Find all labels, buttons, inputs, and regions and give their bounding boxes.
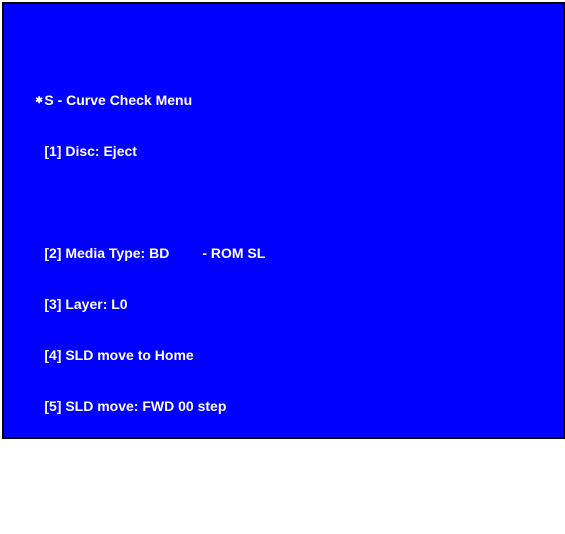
menu-blank-line [12,432,265,449]
menu-blank-line [12,177,265,194]
menu-item-fcs-search[interactable]: [6] FCS Search start [12,483,265,516]
menu-item-label: [6] FCS Search start [44,500,179,516]
menu-item-label: [3] Layer: L0 [44,296,128,312]
menu-item-label: [2] Media Type: BD [44,245,170,261]
menu-item-layer[interactable]: [3] Layer: L0 [12,279,265,312]
menu-item-label: [1] Disc: Eject [44,143,137,159]
console-screen: ✱S - Curve Check Menu [1] Disc: Eject [2… [2,2,565,516]
menu-title-row: ✱S - Curve Check Menu [12,75,265,108]
menu-item-label: [5] SLD move: FWD 00 step [44,398,227,414]
menu-item-label: [4] SLD move to Home [44,347,194,363]
asterisk-icon: ✱ [35,95,43,105]
menu-item-disc-eject[interactable]: [1] Disc: Eject [12,126,265,159]
menu-item-media-type[interactable]: [2] Media Type: BD - ROM SL [12,228,265,261]
menu-item-sld-home[interactable]: [4] SLD move to Home [12,330,265,363]
menu-title: S - Curve Check Menu [44,92,193,108]
menu-item-sld-move[interactable]: [5] SLD move: FWD 00 step [12,381,265,414]
media-type-suffix: - ROM SL [202,245,266,261]
curve-check-menu: ✱S - Curve Check Menu [1] Disc: Eject [2… [12,41,265,534]
